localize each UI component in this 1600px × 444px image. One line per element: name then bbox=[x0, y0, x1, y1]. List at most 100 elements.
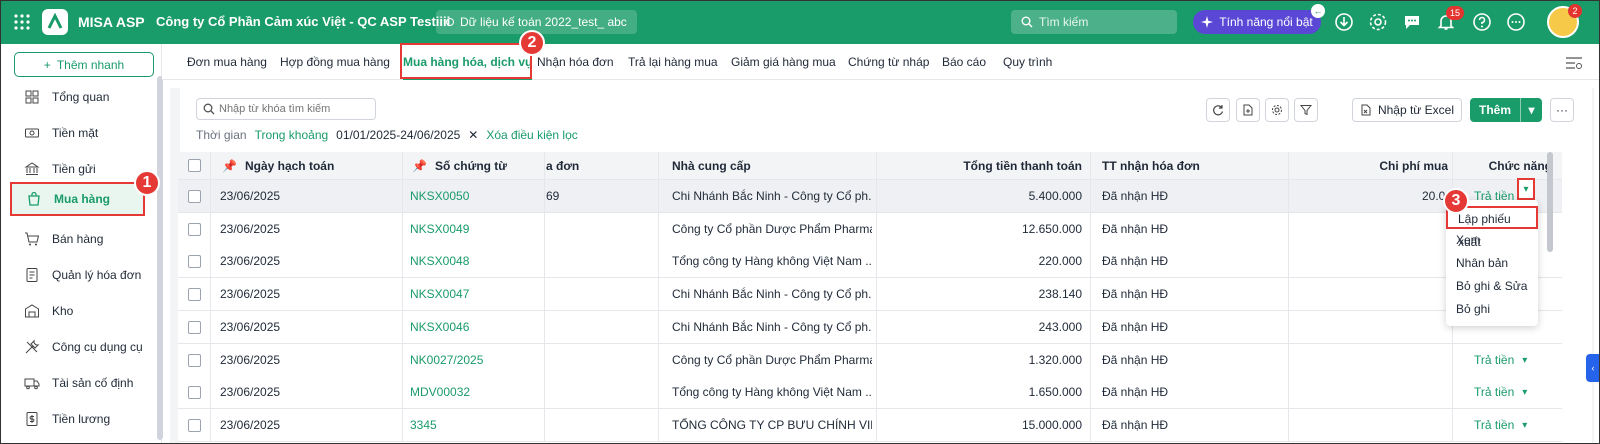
back-arrow-icon[interactable]: ← bbox=[1311, 4, 1325, 18]
more-circle-icon[interactable] bbox=[1506, 12, 1526, 32]
sidebar-scrollbar[interactable] bbox=[157, 76, 163, 440]
list-search-input[interactable] bbox=[219, 103, 369, 115]
pay-link[interactable]: Trả tiền bbox=[1474, 353, 1514, 367]
filter-mode[interactable]: Trong khoảng bbox=[255, 128, 329, 142]
pay-link[interactable]: Trả tiền bbox=[1474, 418, 1514, 432]
cell-doc-no-link[interactable]: 3345 bbox=[410, 409, 540, 441]
top-bar: MISA ASP Công ty Cổ Phần Cảm xúc Việt - … bbox=[0, 0, 1600, 44]
import-excel-button[interactable]: Nhập từ Excel bbox=[1352, 98, 1462, 122]
apps-grid-icon[interactable] bbox=[12, 12, 32, 32]
chat-icon[interactable] bbox=[1402, 12, 1422, 32]
quick-add-button[interactable]: + Thêm nhanh bbox=[14, 52, 154, 77]
table-row[interactable]: 23/06/2025 MDV00032 Tổng công ty Hàng khôn… bbox=[178, 376, 1562, 409]
ellipsis-icon: ··· bbox=[1556, 103, 1568, 117]
table-row[interactable]: 23/06/2025 NKSX0049 Công ty Cổ phần Dược P… bbox=[178, 213, 1562, 246]
table-row[interactable]: 23/06/2025 NKSX0047 Chi Nhánh Bắc Ninh - C… bbox=[178, 278, 1562, 311]
collapse-panel-icon[interactable]: ‹ bbox=[1586, 354, 1600, 382]
table-scrollbar[interactable] bbox=[1547, 152, 1553, 252]
featured-features-button[interactable]: Tính năng nổi bật bbox=[1193, 10, 1321, 34]
table-row[interactable]: 23/06/2025 NKSX0050 69 Chi Nhánh Bắc Ninh -… bbox=[178, 180, 1562, 213]
row-checkbox[interactable] bbox=[188, 353, 201, 367]
menu-item-view[interactable]: Xem bbox=[1446, 229, 1538, 252]
menu-item-duplicate[interactable]: Nhân bản bbox=[1446, 252, 1538, 275]
sidebar-item-deposits[interactable]: Tiền gửi bbox=[10, 152, 145, 186]
column-settings-icon[interactable] bbox=[1565, 56, 1583, 70]
tab-purchase-discounts[interactable]: Giảm giá hàng mua bbox=[731, 44, 836, 80]
sidebar-item-invoices[interactable]: Quản lý hóa đơn bbox=[10, 258, 145, 292]
gear-icon[interactable] bbox=[1368, 12, 1388, 32]
sidebar-item-tools[interactable]: Công cụ dụng cụ bbox=[10, 330, 145, 364]
row-checkbox[interactable] bbox=[188, 222, 201, 236]
global-search[interactable]: Tìm kiếm bbox=[1011, 10, 1177, 34]
sidebar-item-purchasing[interactable]: Mua hàng bbox=[10, 182, 145, 216]
sidebar-item-payroll[interactable]: Tiền lương bbox=[10, 402, 145, 436]
tab-purchase-returns[interactable]: Trả lại hàng mua bbox=[628, 44, 718, 80]
add-button[interactable]: Thêm ▾ bbox=[1470, 98, 1542, 122]
refresh-button[interactable] bbox=[1206, 98, 1230, 122]
tab-workflow[interactable]: Quy trình bbox=[1003, 44, 1052, 80]
menu-item-unpost-edit[interactable]: Bỏ ghi & Sửa bbox=[1446, 275, 1538, 298]
clear-filter-link[interactable]: Xóa điều kiện lọc bbox=[486, 128, 577, 142]
row-checkbox[interactable] bbox=[188, 385, 201, 399]
header-total[interactable]: Tổng tiền thanh toán bbox=[878, 152, 1082, 179]
row-checkbox[interactable] bbox=[188, 287, 201, 301]
sidebar-item-sales[interactable]: Bán hàng bbox=[10, 222, 145, 256]
tab-receive-invoice[interactable]: Nhận hóa đơn bbox=[537, 44, 614, 80]
row-checkbox[interactable] bbox=[188, 418, 201, 432]
header-supplier[interactable]: Nhà cung cấp bbox=[672, 152, 872, 179]
truck-icon bbox=[24, 378, 40, 390]
cell-doc-no-link[interactable]: MDV00032 bbox=[410, 376, 540, 408]
header-invoice[interactable]: a đơn bbox=[546, 152, 656, 179]
filter-button[interactable] bbox=[1294, 98, 1318, 122]
header-invoice-status[interactable]: TT nhận hóa đơn bbox=[1102, 152, 1282, 179]
more-actions-button[interactable]: ··· bbox=[1550, 98, 1574, 122]
chevron-down-icon[interactable]: ▾ bbox=[1520, 98, 1542, 122]
cell-doc-no-link[interactable]: NKSX0050 bbox=[410, 180, 540, 212]
cell-supplier: Chi Nhánh Bắc Ninh - Công ty Cổ ph... bbox=[672, 189, 872, 203]
cell-total: 220.000 bbox=[1038, 254, 1082, 268]
cell-doc-no-link[interactable]: NKSX0049 bbox=[410, 213, 540, 245]
chevron-down-icon[interactable]: ▾ bbox=[1522, 387, 1527, 398]
company-name[interactable]: Công ty Cổ Phần Cảm xúc Việt - QC ASP Te… bbox=[156, 14, 450, 29]
dataset-label: Dữ liệu kế toán 2022_test_ abc bbox=[460, 15, 627, 29]
sidebar-item-cash[interactable]: Tiền mặt bbox=[10, 116, 145, 150]
cell-doc-no-link[interactable]: NKSX0048 bbox=[410, 245, 540, 277]
help-icon[interactable] bbox=[1472, 12, 1492, 32]
cell-doc-no-link[interactable]: NK0027/2025 bbox=[410, 344, 540, 376]
menu-item-unpost[interactable]: Bỏ ghi bbox=[1446, 298, 1538, 321]
filter-range[interactable]: 01/01/2025-24/06/2025 bbox=[336, 128, 460, 142]
tab-purchase-contracts[interactable]: Hợp đồng mua hàng bbox=[280, 44, 390, 80]
header-cost[interactable]: Chi phí mua bbox=[1290, 152, 1448, 179]
download-icon[interactable] bbox=[1334, 12, 1354, 32]
row-checkbox[interactable] bbox=[188, 254, 201, 268]
remove-filter-icon[interactable]: ✕ bbox=[468, 128, 478, 142]
tab-reports[interactable]: Báo cáo bbox=[942, 44, 986, 80]
sidebar-item-fixed-assets[interactable]: Tài sản cố định bbox=[10, 366, 145, 400]
table-row[interactable]: 23/06/2025 3345 TỔNG CÔNG TY CP BƯU CHÍNH … bbox=[178, 409, 1562, 442]
table-row[interactable]: 23/06/2025 NKSX0048 Tổng công ty Hàng khôn… bbox=[178, 245, 1562, 278]
table-row[interactable]: 23/06/2025 NKSX0046 Chi Nhánh Bắc Ninh - C… bbox=[178, 311, 1562, 344]
sidebar-item-overview[interactable]: Tổng quan bbox=[10, 80, 145, 114]
row-action-chevron-down-icon[interactable]: ▾ bbox=[1517, 178, 1535, 200]
export-button[interactable] bbox=[1236, 98, 1260, 122]
tab-draft-documents[interactable]: Chứng từ nháp bbox=[848, 44, 929, 80]
list-search[interactable] bbox=[196, 98, 376, 120]
header-date[interactable]: 📌 Ngày hạch toán bbox=[222, 152, 402, 179]
select-all-checkbox[interactable] bbox=[188, 159, 201, 172]
cell-doc-no-link[interactable]: NKSX0047 bbox=[410, 278, 540, 310]
header-doc-no[interactable]: 📌 Số chứng từ bbox=[412, 152, 562, 179]
pay-link[interactable]: Trả tiền bbox=[1474, 385, 1514, 399]
chevron-down-icon[interactable]: ▾ bbox=[1522, 420, 1527, 431]
cell-date: 23/06/2025 bbox=[220, 385, 281, 399]
sidebar-item-warehouse[interactable]: Kho bbox=[10, 294, 145, 328]
chevron-down-icon[interactable]: ▾ bbox=[1522, 355, 1527, 366]
cell-supplier: Chi Nhánh Bắc Ninh - Công ty Cổ ph... bbox=[672, 320, 872, 334]
row-checkbox[interactable] bbox=[188, 320, 201, 334]
tab-purchase-orders[interactable]: Đơn mua hàng bbox=[187, 44, 267, 80]
table-row[interactable]: 23/06/2025 NK0027/2025 Công ty Cổ phần Dượ… bbox=[178, 344, 1562, 377]
settings-button[interactable] bbox=[1265, 98, 1289, 122]
cell-doc-no-link[interactable]: NKSX0046 bbox=[410, 311, 540, 343]
row-checkbox[interactable] bbox=[188, 189, 201, 203]
cell-supplier: TỔNG CÔNG TY CP BƯU CHÍNH VIE... bbox=[672, 418, 872, 432]
cash-icon bbox=[25, 128, 39, 138]
